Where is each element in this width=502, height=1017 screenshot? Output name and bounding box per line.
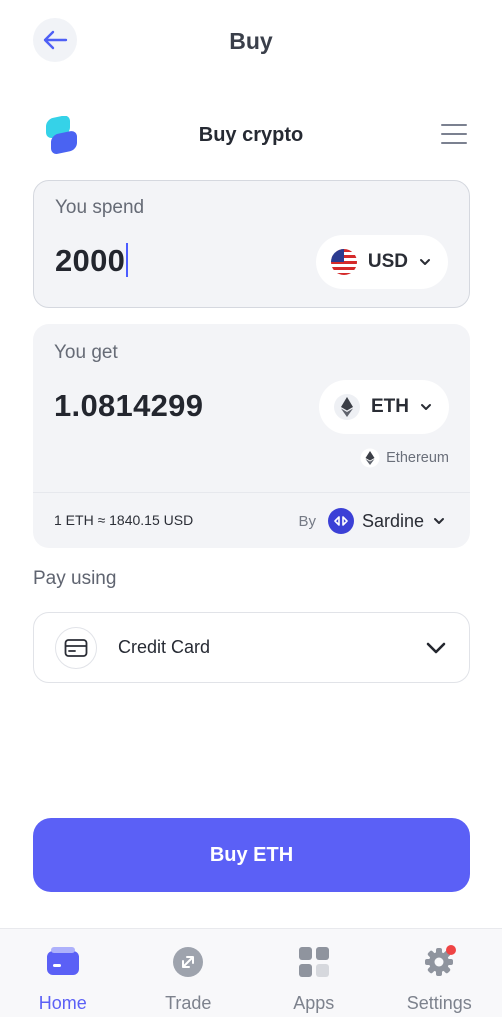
apps-grid-icon (297, 945, 331, 979)
receive-label: You get (54, 342, 118, 363)
spend-label: You spend (55, 197, 145, 218)
nav-item-apps[interactable]: Apps (251, 929, 377, 1017)
nav-label-trade: Trade (165, 993, 212, 1013)
app-header: Buy (0, 0, 502, 84)
spend-currency-code: USD (367, 251, 408, 272)
ethereum-icon (334, 394, 360, 420)
page-title: Buy (229, 28, 273, 54)
gear-icon (422, 945, 457, 979)
nav-item-settings[interactable]: Settings (377, 929, 502, 1017)
spend-card: You spend 2000 USD (33, 180, 470, 308)
credit-card-icon (55, 627, 97, 669)
wallet-icon (46, 945, 80, 979)
pay-using-label: Pay using (33, 568, 117, 589)
hamburger-menu-icon[interactable] (441, 124, 467, 144)
receive-card: You get 1.0814299 ETH Ethereum 1 ETH ≈ 1… (33, 324, 470, 548)
widget-header: Buy crypto (0, 108, 502, 164)
chevron-down-icon (421, 404, 431, 410)
nav-label-settings: Settings (406, 993, 472, 1013)
receive-currency-code: ETH (371, 396, 409, 417)
provider-select[interactable]: By Sardine (298, 508, 446, 534)
spend-amount-input[interactable]: 2000 (55, 243, 129, 279)
chevron-down-icon (426, 642, 446, 654)
buy-button[interactable]: Buy ETH (33, 818, 470, 892)
divider (33, 492, 470, 493)
provider-by-label: By (298, 512, 316, 530)
network-name: Ethereum (386, 450, 449, 466)
text-cursor (126, 243, 129, 277)
receive-currency-select[interactable]: ETH (319, 380, 449, 434)
spend-currency-select[interactable]: USD (315, 235, 448, 289)
exchange-rate: 1 ETH ≈ 1840.15 USD (54, 512, 194, 528)
receive-amount: 1.0814299 (54, 388, 204, 423)
spend-amount-value: 2000 (55, 243, 126, 278)
ethereum-network-icon (360, 448, 380, 468)
nav-item-trade[interactable]: Trade (126, 929, 252, 1017)
nav-item-home[interactable]: Home (0, 929, 126, 1017)
widget-title: Buy crypto (198, 124, 304, 146)
sardine-logo-icon (327, 508, 354, 534)
nav-label-apps: Apps (293, 993, 335, 1013)
nav-label-home: Home (38, 993, 87, 1013)
payment-method-name: Credit Card (118, 637, 211, 657)
provider-name: Sardine (361, 510, 424, 531)
trade-icon (171, 945, 205, 979)
bottom-nav: Home Trade Apps Settings (0, 928, 502, 1017)
chevron-down-icon (420, 259, 430, 265)
payment-method-select[interactable]: Credit Card (33, 612, 470, 683)
network-label: Ethereum (360, 448, 449, 468)
chevron-down-icon (434, 518, 444, 524)
us-flag-icon (330, 249, 357, 275)
